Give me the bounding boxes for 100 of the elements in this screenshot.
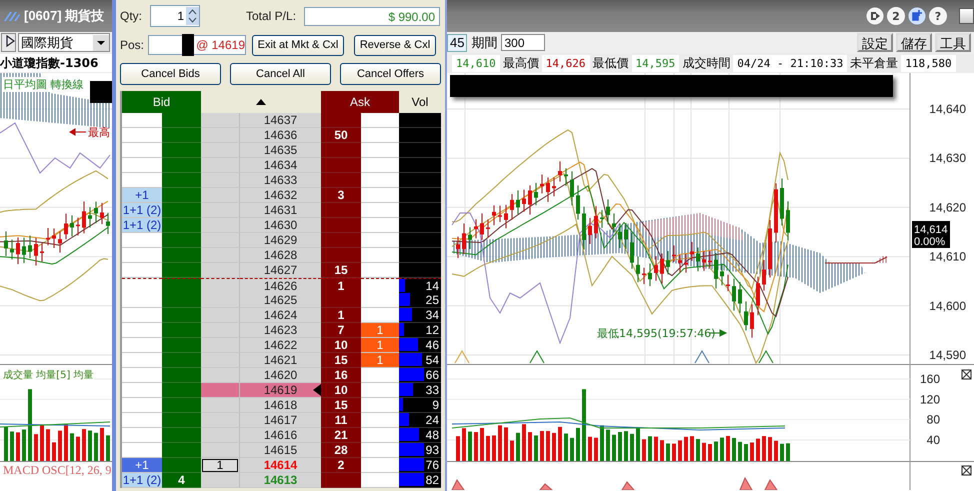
bid-cell[interactable] <box>162 173 201 188</box>
price-cell[interactable]: 14634 <box>240 158 321 173</box>
order-cell[interactable] <box>201 248 240 263</box>
ask-cell[interactable]: 3 <box>321 188 361 203</box>
bid-cell[interactable] <box>162 233 201 248</box>
bid-cell[interactable] <box>162 458 201 473</box>
price-cell[interactable]: 14623 <box>240 323 321 338</box>
ask-cell[interactable] <box>321 233 361 248</box>
price-cell[interactable]: 14635 <box>240 143 321 158</box>
bid-orders-cell[interactable]: 1+1 (2) <box>122 203 162 218</box>
ask-cell[interactable]: 21 <box>321 428 361 443</box>
order-cell[interactable] <box>201 413 240 428</box>
order-cell[interactable] <box>201 158 240 173</box>
price-cell[interactable]: 14620 <box>240 368 321 383</box>
order-cell[interactable] <box>201 383 240 398</box>
ask-cell[interactable] <box>321 173 361 188</box>
bid-orders-cell[interactable] <box>122 278 162 294</box>
ask-cell[interactable] <box>321 158 361 173</box>
bid-cell[interactable] <box>162 413 201 428</box>
bid-cell[interactable] <box>162 368 201 383</box>
ask-cell[interactable]: 28 <box>321 443 361 458</box>
order-cell[interactable] <box>201 368 240 383</box>
price-cell[interactable]: 14619 <box>240 383 321 398</box>
ask-cell[interactable] <box>321 143 361 158</box>
ask-cell[interactable]: 50 <box>321 128 361 143</box>
order-cell[interactable] <box>201 293 240 308</box>
price-cell[interactable]: 14617 <box>240 413 321 428</box>
order-cell[interactable] <box>201 113 240 128</box>
action-button[interactable]: Reverse & Cxl <box>354 34 436 56</box>
order-cell[interactable] <box>201 338 240 353</box>
bid-cell[interactable] <box>162 113 201 128</box>
ask-cell[interactable]: 11 <box>321 413 361 428</box>
price-cell[interactable]: 14616 <box>240 428 321 443</box>
column-header[interactable]: Ask <box>321 91 399 113</box>
ask-cell[interactable] <box>321 248 361 263</box>
price-cell[interactable]: 14630 <box>240 218 321 233</box>
period-input[interactable]: 300 <box>501 34 546 51</box>
bid-orders-cell[interactable]: 1+1 (2) <box>122 473 162 488</box>
price-cell[interactable]: 14621 <box>240 353 321 368</box>
order-cell[interactable] <box>201 203 240 218</box>
ask-cell[interactable]: 1 <box>321 308 361 323</box>
bid-cell[interactable] <box>162 293 201 308</box>
price-cell[interactable]: 14615 <box>240 443 321 458</box>
order-cell[interactable] <box>201 173 240 188</box>
minimize-button[interactable] <box>959 8 974 24</box>
price-cell[interactable]: 14629 <box>240 233 321 248</box>
price-cell[interactable]: 14618 <box>240 398 321 413</box>
order-cell[interactable] <box>201 398 240 413</box>
price-cell[interactable]: 14625 <box>240 293 321 308</box>
ask-cell[interactable] <box>321 218 361 233</box>
price-cell[interactable]: 14628 <box>240 248 321 263</box>
price-cell[interactable]: 14622 <box>240 338 321 353</box>
bid-cell[interactable] <box>162 248 201 263</box>
order-cell[interactable] <box>201 218 240 233</box>
bid-orders-cell[interactable]: +1 <box>122 188 162 203</box>
cancel-button[interactable]: Cancel All <box>230 63 331 85</box>
ask-cell[interactable]: 16 <box>321 368 361 383</box>
order-cell[interactable] <box>201 143 240 158</box>
bid-cell[interactable] <box>162 338 201 353</box>
bid-cell[interactable] <box>162 398 201 413</box>
bid-cell[interactable] <box>162 218 201 233</box>
toolbar-button[interactable]: 設定 <box>857 33 893 52</box>
order-cell[interactable] <box>201 278 240 294</box>
order-cell[interactable] <box>201 233 240 248</box>
bid-cell[interactable] <box>162 128 201 143</box>
bid-cell[interactable] <box>162 428 201 443</box>
order-cell[interactable] <box>201 308 240 323</box>
order-cell[interactable] <box>201 473 240 488</box>
bid-cell[interactable] <box>162 188 201 203</box>
ask-cell[interactable] <box>321 203 361 218</box>
market-dropdown[interactable]: 國際期貨 <box>18 33 110 52</box>
ask-cell[interactable]: 15 <box>321 353 361 368</box>
toolbar-button[interactable]: 工具 <box>935 33 971 52</box>
bid-cell[interactable] <box>162 353 201 368</box>
bid-cell[interactable] <box>162 278 201 294</box>
bid-cell[interactable] <box>162 443 201 458</box>
help-button[interactable]: ? <box>929 7 947 25</box>
interval-box[interactable]: 45 <box>447 34 468 52</box>
order-cell[interactable] <box>201 428 240 443</box>
bid-cell[interactable] <box>162 143 201 158</box>
bid-cell[interactable] <box>162 263 201 278</box>
bid-cell[interactable] <box>162 203 201 218</box>
ask-cell[interactable] <box>321 113 361 128</box>
price-cell[interactable]: 14637 <box>240 113 321 128</box>
ask-cell[interactable]: 10 <box>321 383 361 398</box>
bid-orders-cell[interactable]: +1 <box>122 458 162 473</box>
cancel-button[interactable]: Cancel Offers <box>340 63 441 85</box>
column-header[interactable]: Bid <box>122 91 201 113</box>
ask-cell[interactable] <box>321 473 361 488</box>
order-cell[interactable] <box>201 323 240 338</box>
order-cell[interactable] <box>201 353 240 368</box>
price-cell[interactable]: 14636 <box>240 128 321 143</box>
quantity-spinner[interactable]: 1 <box>150 5 200 27</box>
play-button[interactable] <box>1 33 16 52</box>
price-cell[interactable]: 14627 <box>240 263 321 278</box>
exit-icon[interactable] <box>866 7 884 25</box>
ask-cell[interactable]: 7 <box>321 323 361 338</box>
action-button[interactable]: Exit at Mkt & Cxl <box>252 34 344 56</box>
order-cell[interactable] <box>201 128 240 143</box>
ask-cell[interactable]: 15 <box>321 263 361 278</box>
